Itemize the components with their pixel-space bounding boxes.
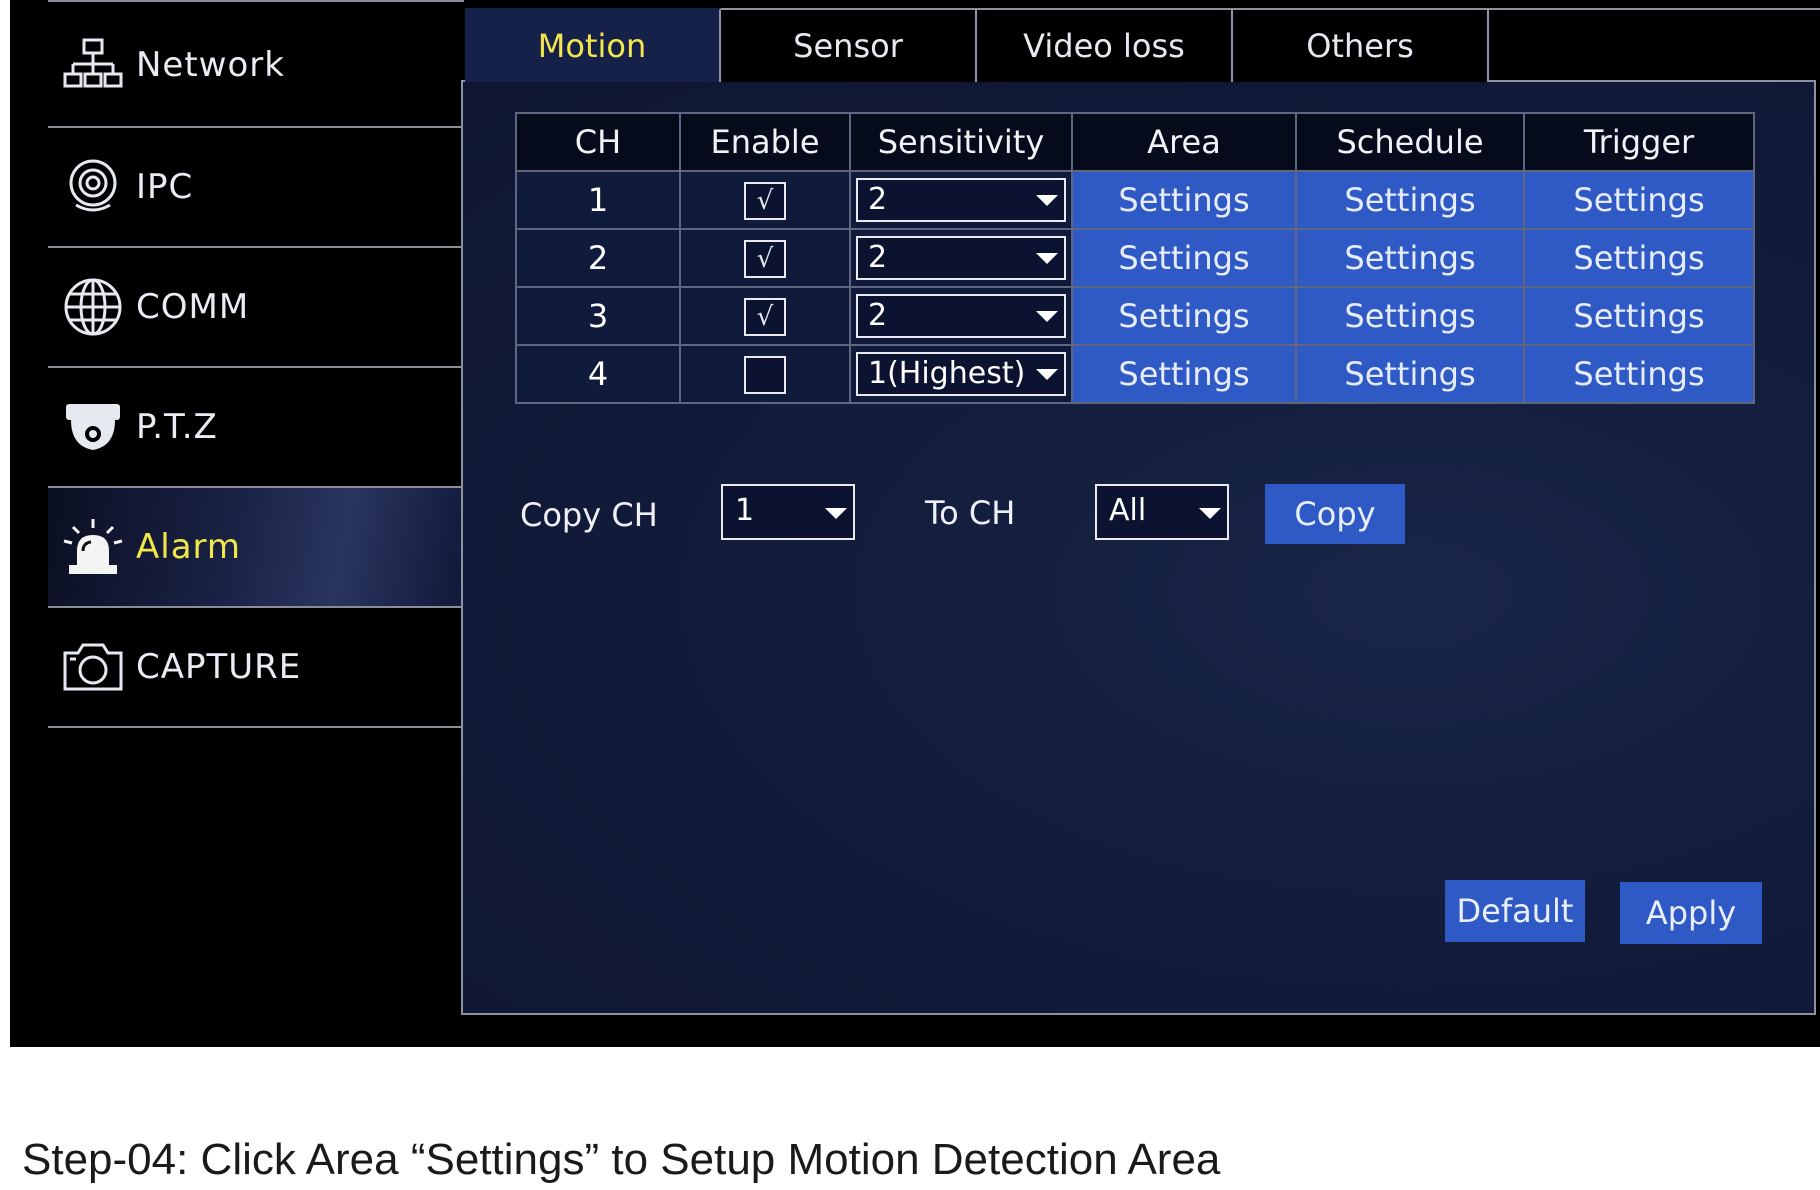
tab-bar: Motion Sensor Video loss Others [465, 8, 1489, 82]
table-row: 3 √ 2 Settings Settings Settings [515, 286, 1755, 346]
sidebar-divider [48, 726, 464, 728]
sensitivity-value: 2 [868, 240, 888, 275]
sensitivity-value: 2 [868, 298, 888, 333]
table-row: 2 √ 2 Settings Settings Settings [515, 228, 1755, 288]
sidebar-item-label: COMM [136, 287, 250, 327]
area-settings-button[interactable]: Settings [1071, 286, 1297, 346]
sidebar-item-comm[interactable]: COMM [48, 248, 464, 366]
sidebar-item-network[interactable]: Network [48, 6, 464, 124]
dropdown-arrow-icon [1036, 195, 1058, 206]
sensitivity-select[interactable]: 2 [856, 236, 1066, 280]
table-row: 1 √ 2 Settings Settings Settings [515, 170, 1755, 230]
copy-ch-label: Copy CH [520, 496, 658, 534]
network-icon [58, 33, 128, 97]
sidebar-item-label: CAPTURE [136, 647, 302, 687]
channel-number: 2 [515, 228, 681, 288]
column-header-ch: CH [515, 112, 681, 172]
schedule-settings-button[interactable]: Settings [1295, 344, 1525, 404]
sidebar-item-capture[interactable]: CAPTURE [48, 608, 464, 726]
dropdown-arrow-icon [1036, 253, 1058, 264]
step-caption: Step-04: Click Area “Settings” to Setup … [22, 1135, 1221, 1184]
sidebar-item-label: Alarm [136, 527, 242, 567]
enable-checkbox[interactable]: √ [744, 298, 786, 336]
dropdown-arrow-icon [825, 508, 847, 519]
sidebar-item-alarm[interactable]: Alarm [48, 488, 464, 606]
column-header-area: Area [1071, 112, 1297, 172]
sensitivity-cell: 2 [849, 286, 1073, 346]
column-header-trigger: Trigger [1523, 112, 1755, 172]
tab-motion[interactable]: Motion [465, 8, 721, 82]
motion-table: CH Enable Sensitivity Area Schedule Trig… [515, 112, 1755, 404]
enable-checkbox[interactable] [744, 356, 786, 394]
tab-video-loss[interactable]: Video loss [977, 8, 1233, 82]
column-header-sensitivity: Sensitivity [849, 112, 1073, 172]
dropdown-arrow-icon [1036, 311, 1058, 322]
sensitivity-cell: 2 [849, 170, 1073, 230]
copy-to-value: All [1109, 493, 1147, 528]
sidebar-item-ipc[interactable]: IPC [48, 128, 464, 246]
sidebar-item-ptz[interactable]: P.T.Z [48, 368, 464, 486]
to-ch-label: To CH [925, 494, 1016, 532]
schedule-settings-button[interactable]: Settings [1295, 286, 1525, 346]
schedule-settings-button[interactable]: Settings [1295, 228, 1525, 288]
enable-cell: √ [679, 170, 851, 230]
default-button[interactable]: Default [1445, 880, 1585, 942]
sidebar-item-label: P.T.Z [136, 407, 218, 447]
globe-icon [58, 275, 128, 339]
trigger-settings-button[interactable]: Settings [1523, 170, 1755, 230]
dome-camera-icon [58, 395, 128, 459]
channel-number: 4 [515, 344, 681, 404]
schedule-settings-button[interactable]: Settings [1295, 170, 1525, 230]
apply-button[interactable]: Apply [1620, 882, 1762, 944]
ipc-camera-icon [58, 155, 128, 219]
trigger-settings-button[interactable]: Settings [1523, 228, 1755, 288]
sidebar-item-label: Network [136, 45, 285, 85]
sidebar: Network IPC COMM P.T.Z Alarm CAPTURE [10, 0, 465, 1047]
trigger-settings-button[interactable]: Settings [1523, 344, 1755, 404]
sensitivity-select[interactable]: 1(Highest) [856, 352, 1066, 396]
copy-button[interactable]: Copy [1265, 484, 1405, 544]
table-header-row: CH Enable Sensitivity Area Schedule Trig… [515, 112, 1755, 172]
sensitivity-value: 2 [868, 182, 888, 217]
area-settings-button[interactable]: Settings [1071, 344, 1297, 404]
channel-number: 3 [515, 286, 681, 346]
enable-cell: √ [679, 228, 851, 288]
enable-cell [679, 344, 851, 404]
enable-cell: √ [679, 286, 851, 346]
copy-to-select[interactable]: All [1095, 484, 1229, 540]
sensitivity-select[interactable]: 2 [856, 294, 1066, 338]
column-header-enable: Enable [679, 112, 851, 172]
area-settings-button[interactable]: Settings [1071, 170, 1297, 230]
sensitivity-value: 1(Highest) [868, 356, 1026, 391]
sensitivity-cell: 2 [849, 228, 1073, 288]
tab-strip-line [1489, 8, 1820, 10]
sensitivity-select[interactable]: 2 [856, 178, 1066, 222]
sensitivity-cell: 1(Highest) [849, 344, 1073, 404]
camera-icon [58, 635, 128, 699]
trigger-settings-button[interactable]: Settings [1523, 286, 1755, 346]
dropdown-arrow-icon [1199, 508, 1221, 519]
channel-number: 1 [515, 170, 681, 230]
dvr-screen: Network IPC COMM P.T.Z Alarm CAPTURE Mot… [10, 0, 1820, 1047]
enable-checkbox[interactable]: √ [744, 182, 786, 220]
tab-others[interactable]: Others [1233, 8, 1489, 82]
enable-checkbox[interactable]: √ [744, 240, 786, 278]
sidebar-item-label: IPC [136, 167, 194, 207]
dropdown-arrow-icon [1036, 369, 1058, 380]
alarm-siren-icon [58, 515, 128, 579]
area-settings-button[interactable]: Settings [1071, 228, 1297, 288]
table-row: 4 1(Highest) Settings Settings Settings [515, 344, 1755, 404]
copy-from-select[interactable]: 1 [721, 484, 855, 540]
sidebar-divider [48, 0, 464, 2]
copy-from-value: 1 [735, 493, 755, 528]
column-header-schedule: Schedule [1295, 112, 1525, 172]
tab-sensor[interactable]: Sensor [721, 8, 977, 82]
